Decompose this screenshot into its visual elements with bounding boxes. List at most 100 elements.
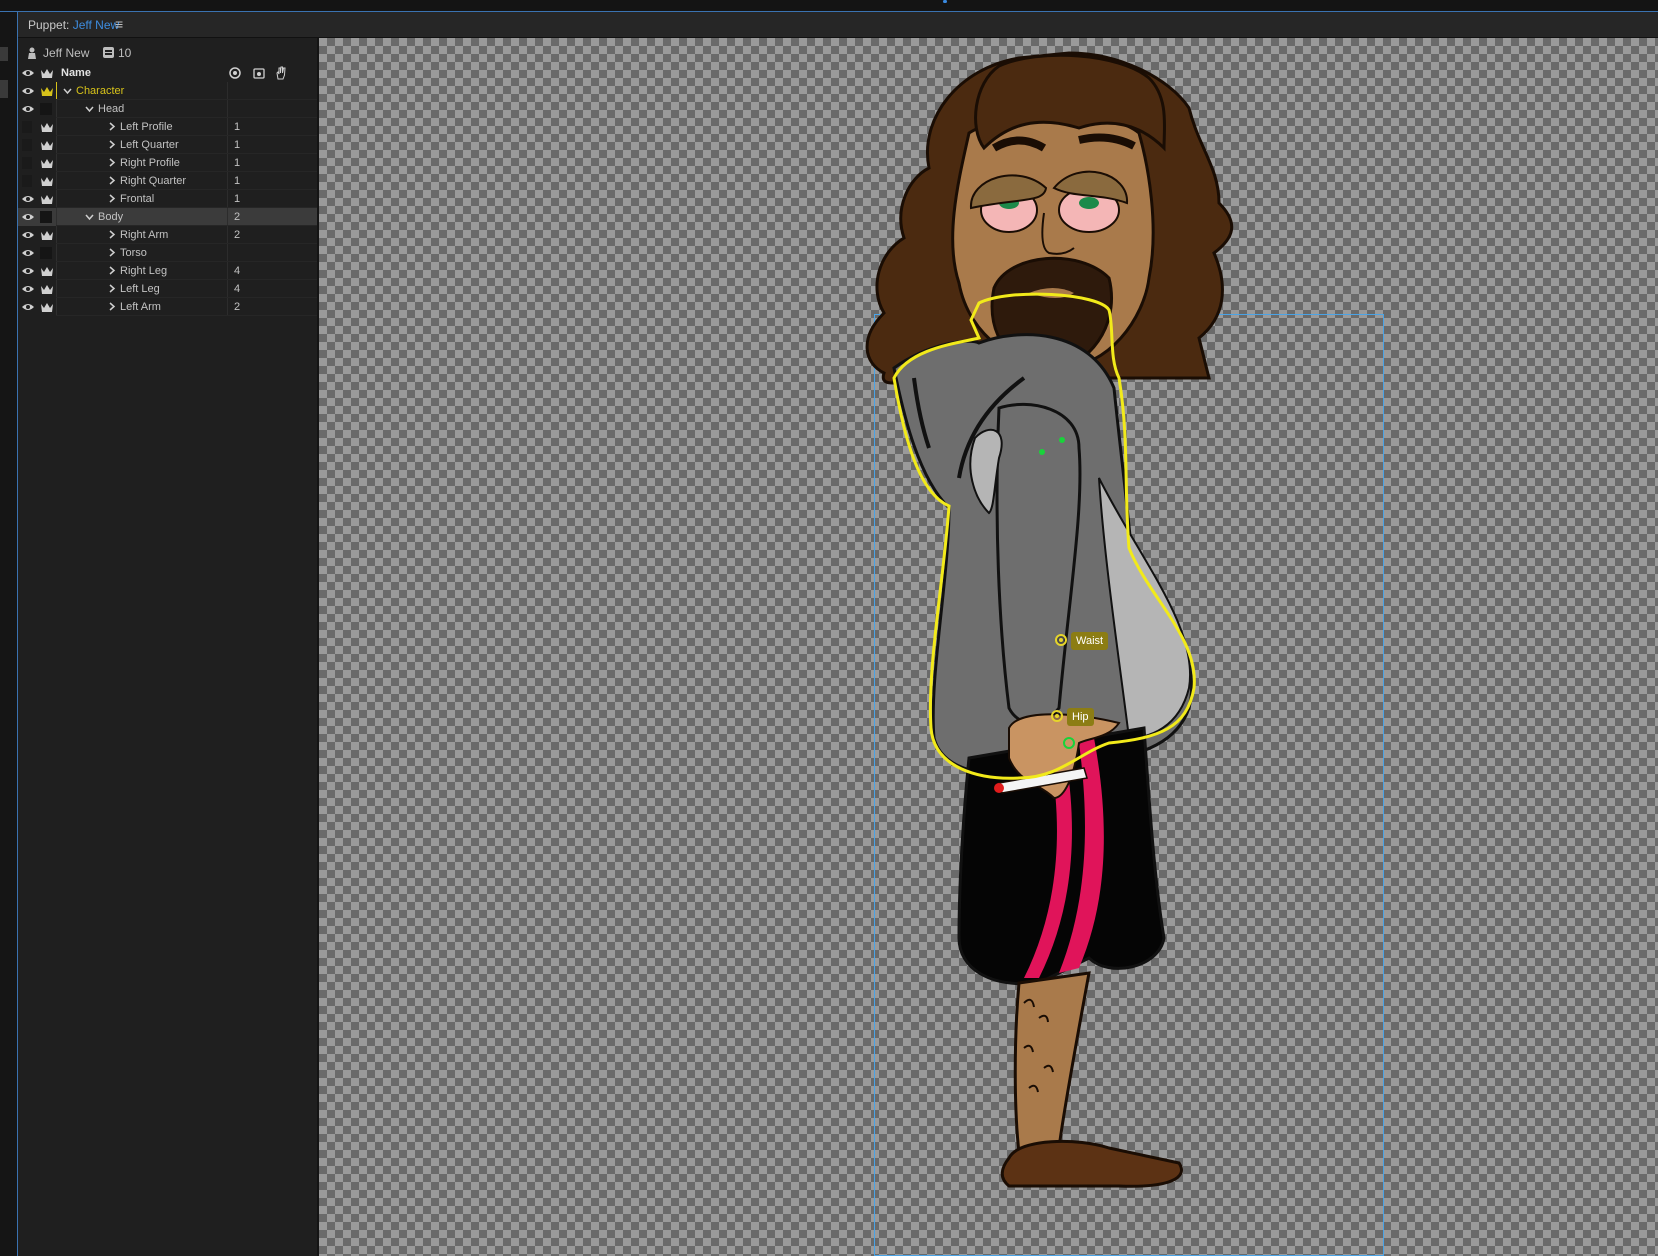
column-divider	[227, 82, 228, 100]
layer-name: Right Leg	[120, 265, 168, 277]
layer-row[interactable]: Right Leg 4	[18, 262, 317, 280]
row-divider	[56, 208, 57, 226]
independent-crown-icon[interactable]	[40, 301, 54, 313]
left-tool-strip	[0, 12, 18, 1256]
layer-row[interactable]: Left Leg 4	[18, 280, 317, 298]
independent-crown-icon[interactable]	[40, 229, 54, 241]
layer-row[interactable]: Right Profile 1	[18, 154, 317, 172]
visibility-eye-icon[interactable]	[21, 301, 35, 313]
column-divider	[227, 154, 228, 172]
chevron-right-icon[interactable]	[107, 302, 116, 311]
row-divider	[56, 172, 57, 190]
panel-menu-icon[interactable]: ≡	[115, 16, 123, 32]
strip-marker	[0, 80, 8, 98]
independent-crown-icon[interactable]	[40, 139, 54, 151]
layer-row[interactable]: Frontal 1	[18, 190, 317, 208]
chevron-right-icon[interactable]	[107, 230, 116, 239]
visibility-eye-icon[interactable]	[21, 193, 35, 205]
top-bar	[0, 0, 1658, 12]
row-divider	[56, 244, 57, 262]
hip-handle-label[interactable]: Hip	[1067, 708, 1094, 726]
layer-count-value: 1	[234, 193, 241, 205]
independent-crown-icon[interactable]	[40, 121, 54, 133]
layer-row[interactable]: Right Arm 2	[18, 226, 317, 244]
visibility-toggle-off[interactable]	[22, 139, 32, 151]
waist-handle-label[interactable]: Waist	[1071, 632, 1109, 650]
column-divider	[227, 118, 228, 136]
layer-row[interactable]: Left Arm 2	[18, 298, 317, 316]
layer-row[interactable]: Left Quarter 1	[18, 136, 317, 154]
layer-name: Left Arm	[120, 301, 161, 313]
name-column-header[interactable]: Name	[61, 67, 91, 79]
puppet-icon	[28, 47, 36, 59]
chevron-right-icon[interactable]	[107, 266, 116, 275]
layer-name: Left Quarter	[120, 139, 179, 151]
visibility-toggle-off[interactable]	[22, 121, 32, 133]
visibility-eye-icon[interactable]	[21, 85, 35, 97]
layer-row[interactable]: Left Profile 1	[18, 118, 317, 136]
layer-name: Frontal	[120, 193, 155, 205]
chevron-right-icon[interactable]	[107, 194, 116, 203]
visibility-eye-icon[interactable]	[21, 265, 35, 277]
chevron-right-icon[interactable]	[107, 122, 116, 131]
chevron-down-icon[interactable]	[85, 104, 94, 113]
visibility-toggle-off[interactable]	[22, 157, 32, 169]
visibility-eye-icon[interactable]	[21, 103, 35, 115]
layer-row[interactable]: Character	[18, 82, 317, 100]
independent-crown-icon[interactable]	[40, 265, 54, 277]
chevron-down-icon[interactable]	[63, 86, 72, 95]
layer-panel: Jeff New 10 Name Character Head Left Profi…	[18, 38, 319, 1256]
independent-toggle-off[interactable]	[40, 247, 52, 259]
hand-column-icon[interactable]	[275, 66, 287, 80]
visibility-eye-icon[interactable]	[21, 211, 35, 223]
layer-name: Right Quarter	[120, 175, 187, 187]
independent-crown-icon[interactable]	[40, 193, 54, 205]
visibility-eye-icon[interactable]	[21, 247, 35, 259]
origin-column-icon[interactable]	[229, 67, 241, 79]
chevron-right-icon[interactable]	[107, 140, 116, 149]
chevron-right-icon[interactable]	[107, 176, 116, 185]
column-divider	[227, 226, 228, 244]
layer-count-value: 2	[234, 301, 241, 313]
scene-canvas[interactable]: Waist Hip	[319, 38, 1658, 1256]
row-divider	[56, 262, 57, 280]
visibility-toggle-off[interactable]	[22, 175, 32, 187]
panel-puppet-name[interactable]: Jeff New	[73, 18, 119, 32]
layer-row[interactable]: Right Quarter 1	[18, 172, 317, 190]
layer-count-icon	[103, 47, 114, 58]
chevron-down-icon[interactable]	[85, 212, 94, 221]
chevron-right-icon[interactable]	[107, 248, 116, 257]
layer-row[interactable]: Torso	[18, 244, 317, 262]
layer-count-value: 1	[234, 157, 241, 169]
hip-handle-icon[interactable]	[1051, 710, 1063, 722]
camera-column-icon[interactable]	[253, 67, 265, 79]
row-divider	[56, 100, 57, 118]
layer-count-value: 4	[234, 283, 241, 295]
puppet-artwork	[865, 51, 1234, 1188]
layer-row[interactable]: Body 2	[18, 208, 317, 226]
row-divider	[56, 136, 57, 154]
column-divider	[227, 136, 228, 154]
column-divider	[227, 280, 228, 298]
column-divider	[227, 208, 228, 226]
chevron-right-icon[interactable]	[107, 284, 116, 293]
row-divider	[56, 298, 57, 316]
visibility-eye-icon[interactable]	[21, 229, 35, 241]
row-divider	[56, 118, 57, 136]
independent-toggle-off[interactable]	[40, 211, 52, 223]
independent-crown-icon[interactable]	[40, 85, 54, 97]
waist-handle-icon[interactable]	[1055, 634, 1067, 646]
row-divider	[56, 154, 57, 172]
layer-row[interactable]: Head	[18, 100, 317, 118]
layer-name: Head	[98, 103, 125, 115]
layer-name: Left Profile	[120, 121, 173, 133]
layer-list-header: Name	[18, 64, 317, 82]
independent-crown-icon[interactable]	[40, 157, 54, 169]
visibility-eye-icon[interactable]	[21, 283, 35, 295]
independent-toggle-off[interactable]	[40, 103, 52, 115]
strip-marker	[0, 47, 8, 61]
independent-crown-icon[interactable]	[40, 283, 54, 295]
independent-crown-icon[interactable]	[40, 175, 54, 187]
layer-name: Right Arm	[120, 229, 169, 241]
chevron-right-icon[interactable]	[107, 158, 116, 167]
